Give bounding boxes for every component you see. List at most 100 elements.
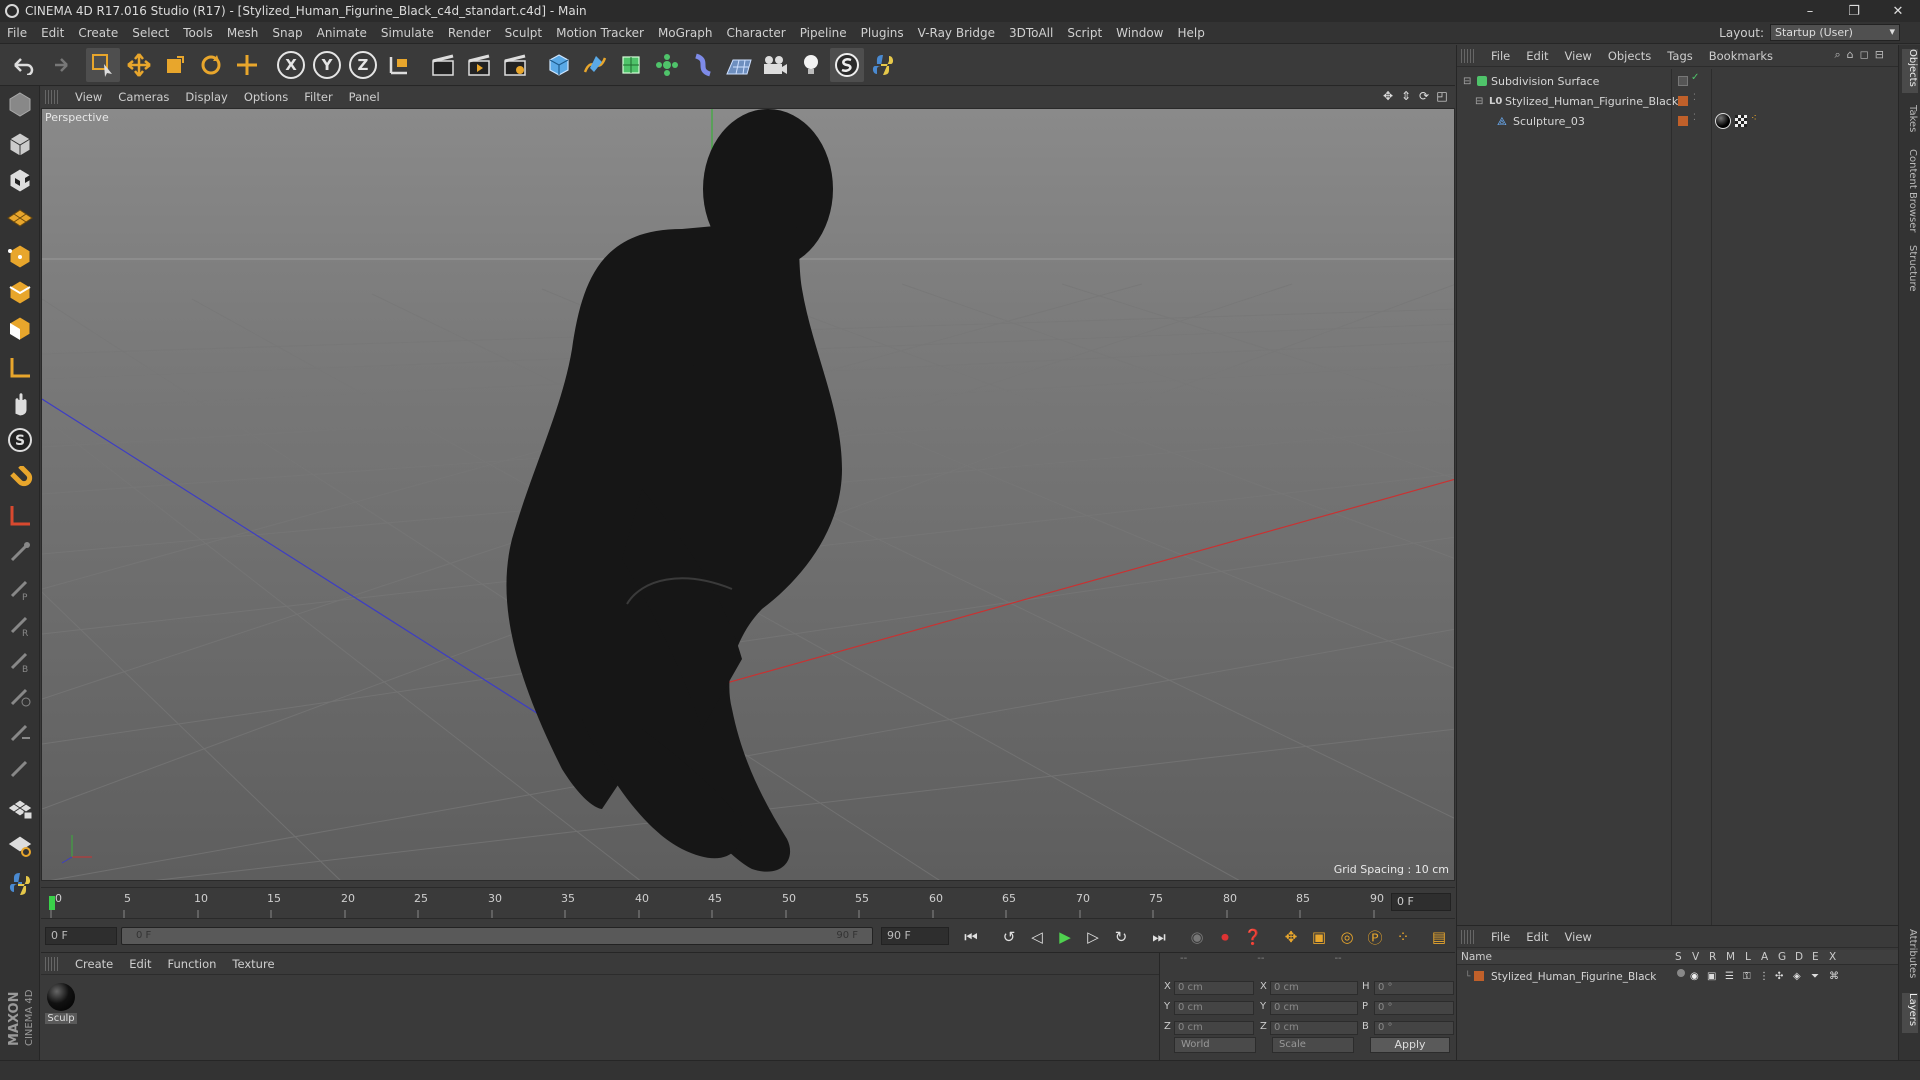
menu-script[interactable]: Script (1060, 26, 1109, 40)
enabled-check-icon[interactable]: ✓ (1691, 72, 1699, 83)
position-y-field[interactable]: 0 cm (1174, 1001, 1254, 1015)
next-frame-icon[interactable]: ▷ (1081, 925, 1105, 949)
snap-button[interactable]: S (0, 422, 40, 458)
add-nurbs-button[interactable] (614, 48, 648, 82)
keyframe-selection-icon[interactable]: ❓ (1241, 925, 1265, 949)
planar-workplane-button[interactable] (0, 826, 40, 862)
minimize-button[interactable]: – (1788, 0, 1832, 22)
menu-character[interactable]: Character (719, 26, 792, 40)
objects-menu-tags[interactable]: Tags (1659, 49, 1700, 63)
menu-select[interactable]: Select (125, 26, 176, 40)
tab-content-browser[interactable]: Content Browser (1902, 149, 1918, 239)
tab-attributes[interactable]: Attributes (1902, 929, 1918, 985)
z-axis-lock-button[interactable]: Z (346, 48, 380, 82)
point-level-key-icon[interactable]: ⁘ (1391, 925, 1415, 949)
size-x-field[interactable]: 0 cm (1270, 981, 1358, 995)
objects-menu-objects[interactable]: Objects (1600, 49, 1659, 63)
panel-grip-icon[interactable] (45, 956, 59, 971)
menu-3dtoall[interactable]: 3DToAll (1002, 26, 1060, 40)
sculpt-knife-button[interactable] (0, 714, 40, 750)
menu-plugins[interactable]: Plugins (854, 26, 911, 40)
position-x-field[interactable]: 0 cm (1174, 981, 1254, 995)
viewport-menu-cameras[interactable]: Cameras (110, 90, 177, 104)
layout-dropdown[interactable]: Startup (User) (1770, 24, 1900, 41)
coordinate-mode-dropdown[interactable]: Scale (1272, 1037, 1354, 1053)
size-z-field[interactable]: 0 cm (1270, 1021, 1358, 1035)
material-menu-texture[interactable]: Texture (224, 957, 282, 971)
close-button[interactable]: ✕ (1876, 0, 1920, 22)
expression-icon[interactable]: ⏷ (1811, 971, 1819, 982)
polygons-mode-button[interactable] (0, 310, 40, 346)
collapse-toggle-icon[interactable]: ⊟ (1463, 76, 1471, 87)
material-menu-edit[interactable]: Edit (121, 957, 159, 971)
menu-file[interactable]: File (0, 26, 34, 40)
viewport-menu-panel[interactable]: Panel (341, 90, 388, 104)
menu-help[interactable]: Help (1170, 26, 1211, 40)
deformer-icon[interactable]: ◈ (1793, 971, 1801, 982)
coordinate-space-dropdown[interactable]: World (1174, 1037, 1256, 1053)
end-frame-field[interactable]: 90 F (881, 927, 949, 945)
texture-mode-button[interactable] (0, 162, 40, 198)
objects-menu-file[interactable]: File (1483, 49, 1518, 63)
points-mode-button[interactable] (0, 238, 40, 274)
render-view-button[interactable] (426, 48, 460, 82)
xref-icon[interactable]: ⌘ (1829, 971, 1839, 982)
python-button[interactable] (866, 48, 900, 82)
material-tag-icon[interactable] (1715, 113, 1731, 129)
size-y-field[interactable]: 0 cm (1270, 1001, 1358, 1015)
current-frame-field[interactable]: 0 F (1391, 893, 1451, 911)
restore-button[interactable]: ❐ (1832, 0, 1876, 22)
texture-tag-icon[interactable] (1735, 115, 1747, 127)
menu-snap[interactable]: Snap (265, 26, 309, 40)
parameter-key-icon[interactable]: Ⓟ (1363, 925, 1387, 949)
menu-animate[interactable]: Animate (310, 26, 374, 40)
panel-grip-icon[interactable] (45, 90, 59, 104)
render-settings-button[interactable] (498, 48, 532, 82)
viewport-menu-view[interactable]: View (67, 90, 110, 104)
layers-menu-view[interactable]: View (1557, 930, 1600, 944)
rotation-b-field[interactable]: 0 ° (1374, 1021, 1454, 1035)
layer-color-swatch[interactable] (1474, 971, 1484, 981)
sculpt-grab-button[interactable] (0, 534, 40, 570)
python-console-button[interactable] (0, 866, 40, 902)
add-array-button[interactable] (650, 48, 684, 82)
y-axis-lock-button[interactable]: Y (310, 48, 344, 82)
lock-workplane-button[interactable] (0, 790, 40, 826)
start-frame-field[interactable]: 0 F (45, 927, 117, 945)
viewport-menu-filter[interactable]: Filter (296, 90, 340, 104)
material-menu-function[interactable]: Function (160, 957, 225, 971)
object-row-subdivision-surface[interactable]: ⊟ Subdivision Surface ✓ (1457, 72, 1899, 91)
add-light-button[interactable] (794, 48, 828, 82)
edges-mode-button[interactable] (0, 274, 40, 310)
add-camera-button[interactable] (758, 48, 792, 82)
pan-view-icon[interactable]: ✥ (1381, 89, 1395, 103)
add-floor-button[interactable] (722, 48, 756, 82)
object-manager-header-icons[interactable]: ⌕⌂◻⊟ (1835, 48, 1891, 62)
tab-objects[interactable]: Objects (1902, 49, 1918, 93)
menu-vray-bridge[interactable]: V-Ray Bridge (911, 26, 1002, 40)
cineware-button[interactable] (830, 48, 864, 82)
apply-button[interactable]: Apply (1370, 1037, 1450, 1053)
animation-icon[interactable]: ⋮ (1759, 971, 1769, 982)
dolly-view-icon[interactable]: ⇕ (1399, 89, 1413, 103)
panel-grip-icon[interactable] (1461, 48, 1475, 63)
generator-icon[interactable]: ✣ (1775, 971, 1783, 982)
manager-list-icon[interactable]: ☰ (1725, 971, 1734, 982)
timeline-ruler[interactable]: 0 5 10 15 20 25 30 35 40 45 50 55 60 65 … (41, 887, 1455, 918)
go-to-end-icon[interactable]: ⏭ (1147, 925, 1171, 949)
axis-widget-button[interactable] (0, 498, 40, 534)
menu-simulate[interactable]: Simulate (374, 26, 441, 40)
menu-mesh[interactable]: Mesh (220, 26, 266, 40)
objects-menu-edit[interactable]: Edit (1518, 49, 1556, 63)
object-row-sculpture[interactable]: ⟁ Sculpture_03 ⁚ ⁖ (1457, 112, 1899, 131)
maximize-view-icon[interactable]: ◰ (1435, 89, 1449, 103)
perspective-viewport[interactable]: Perspective Grid Spacing : 10 cm (41, 108, 1455, 881)
layer-swatch-icon[interactable] (1678, 76, 1688, 86)
viewport-menu-display[interactable]: Display (177, 90, 235, 104)
previous-frame-icon[interactable]: ◁ (1025, 925, 1049, 949)
timeline-window-icon[interactable]: ▤ (1427, 925, 1451, 949)
coordinate-system-button[interactable] (382, 48, 416, 82)
material-swatch[interactable]: Sculp (45, 983, 77, 1024)
scale-tool-button[interactable] (158, 48, 192, 82)
scale-key-icon[interactable]: ▣ (1307, 925, 1331, 949)
